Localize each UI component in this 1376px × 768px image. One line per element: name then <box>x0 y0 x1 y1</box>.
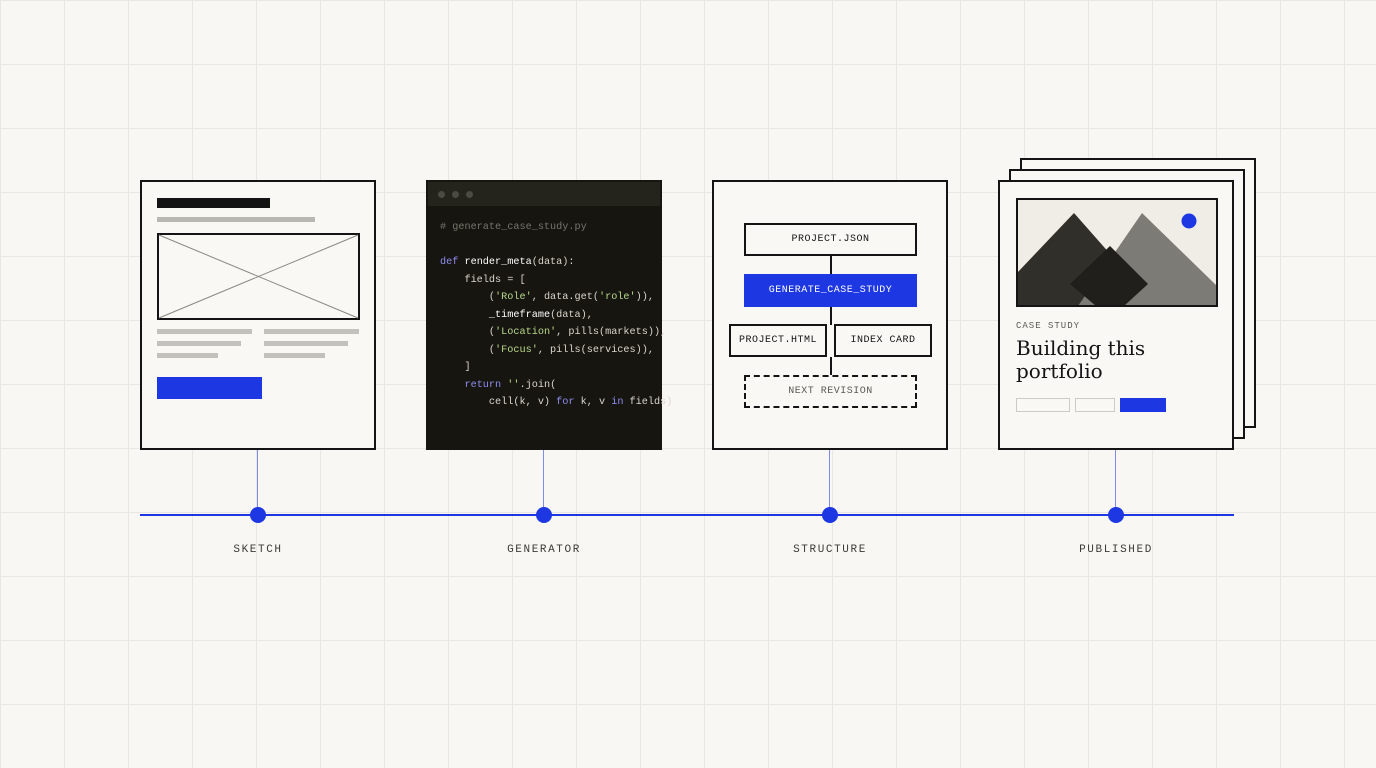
code-token: ( <box>440 344 496 356</box>
connector-line <box>830 307 832 325</box>
source-node: PROJECT.JSON <box>744 223 917 256</box>
code-token: , pills(services)), <box>537 344 654 356</box>
code-token: ] <box>440 362 471 373</box>
code-token: in <box>611 397 624 408</box>
stage-label-published: PUBLISHED <box>1079 544 1153 556</box>
code-token: render_meta <box>464 257 532 268</box>
code-token: _timeframe <box>488 309 551 321</box>
published-card: CASE STUDY Building this portfolio <box>998 180 1234 450</box>
code-line: fields = [ <box>440 274 526 286</box>
meta-pill <box>1075 398 1115 412</box>
code-token: 'role' <box>598 292 636 303</box>
wireframe-text-line <box>264 329 359 334</box>
code-token: (data), <box>550 309 593 321</box>
timeline-node <box>536 507 552 523</box>
timeline-stem <box>257 450 258 515</box>
code-token: return <box>464 379 502 391</box>
cta-button <box>1120 398 1166 412</box>
code-token: .join( <box>519 379 557 391</box>
code-line: def render_meta(data): <box>440 257 575 268</box>
code-line: ] <box>440 362 471 373</box>
code-token: ( <box>440 327 496 338</box>
generator-node: GENERATE_CASE_STUDY <box>744 274 917 307</box>
structure-card: PROJECT.JSON GENERATE_CASE_STUDY PROJECT… <box>712 180 948 450</box>
timeline-node <box>1108 507 1124 523</box>
window-dot-icon <box>452 191 459 198</box>
code-line: _timeframe(data), <box>440 310 593 321</box>
timeline-stem <box>1115 450 1116 515</box>
case-study-title: Building this portfolio <box>1016 337 1216 383</box>
code-token: 'Focus' <box>495 344 538 356</box>
window-dot-icon <box>466 191 473 198</box>
sketch-card <box>140 180 376 450</box>
wireframe-subtitle-bar <box>157 217 315 222</box>
window-dot-icon <box>438 191 445 198</box>
wireframe-text-line <box>264 353 325 358</box>
code-token: , pills(markets)), <box>556 327 667 338</box>
meta-pill <box>1016 398 1070 412</box>
stage-label-structure: STRUCTURE <box>793 544 867 556</box>
wireframe-title-bar <box>157 198 270 208</box>
wireframe-image-placeholder <box>157 233 360 320</box>
stage-label-sketch: SKETCH <box>233 544 283 556</box>
wireframe-text-line <box>157 341 241 346</box>
code-token: for <box>556 397 575 408</box>
code-window-titlebar <box>428 182 660 206</box>
code-token: (data): <box>531 257 575 268</box>
code-token: 'Role' <box>495 292 532 303</box>
next-revision-node: NEXT REVISION <box>744 375 917 408</box>
code-line: # generate_case_study.py <box>440 222 587 233</box>
code-line: ('Role', data.get('role')), <box>440 292 654 303</box>
stage-label-generator: GENERATOR <box>507 544 581 556</box>
code-token: k, v <box>574 397 612 408</box>
code-token: )), <box>635 292 654 303</box>
code-line: ('Focus', pills(services)), <box>440 345 654 356</box>
wireframe-text-line <box>157 353 218 358</box>
title-line: portfolio <box>1016 359 1103 383</box>
output-node-index-card: INDEX CARD <box>834 324 932 357</box>
code-token: , data.get( <box>531 292 599 303</box>
timeline-stem <box>829 450 830 515</box>
timeline-stem <box>543 450 544 515</box>
code-line: ('Location', pills(markets)), <box>440 327 666 338</box>
wireframe-text-line <box>157 329 252 334</box>
code-token: def <box>440 257 459 268</box>
code-line: cell(k, v) for k, v in fields) <box>440 397 672 408</box>
code-token: fields = [ <box>440 274 526 286</box>
code-token: # generate_case_study.py <box>440 222 587 233</box>
code-token: 'Location' <box>495 327 557 338</box>
code-listing: # generate_case_study.py def render_meta… <box>440 219 672 412</box>
output-node-html: PROJECT.HTML <box>729 324 827 357</box>
code-line: return ''.join( <box>440 380 556 391</box>
code-token: ( <box>440 292 496 303</box>
title-line: Building this <box>1016 336 1146 360</box>
hero-illustration <box>1016 198 1218 307</box>
code-token: cell(k, v) <box>440 397 557 408</box>
wireframe-text-line <box>264 341 348 346</box>
case-study-eyebrow: CASE STUDY <box>1016 321 1081 331</box>
timeline-node <box>250 507 266 523</box>
wireframe-button <box>157 377 262 399</box>
connector-line <box>830 357 832 375</box>
code-token: fields) <box>623 397 673 408</box>
connector-line <box>830 256 832 274</box>
timeline-axis <box>140 514 1234 516</box>
timeline-node <box>822 507 838 523</box>
generator-code-card: # generate_case_study.py def render_meta… <box>426 180 672 450</box>
code-token: '' <box>507 379 520 391</box>
